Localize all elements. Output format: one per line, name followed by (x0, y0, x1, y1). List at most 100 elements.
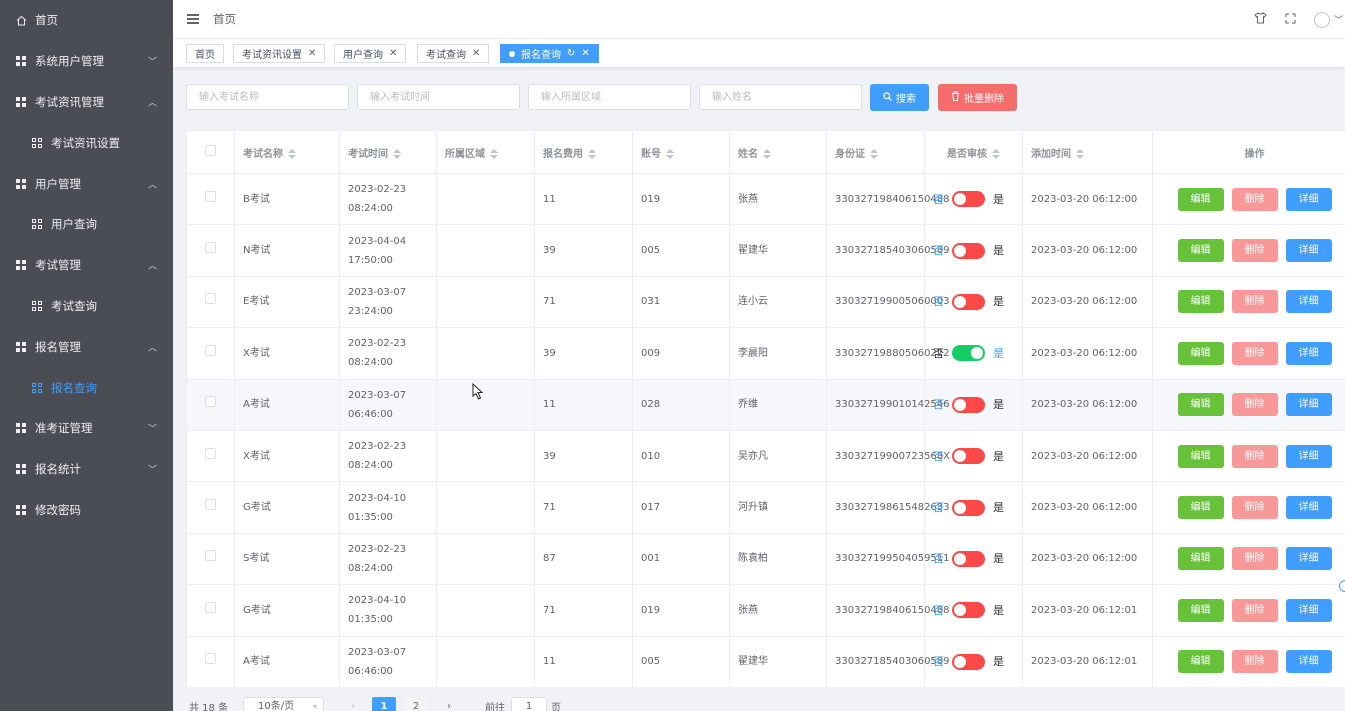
delete-button[interactable]: 删除 (1231, 650, 1278, 674)
hamburger-icon[interactable] (187, 14, 199, 24)
floating-button[interactable] (1339, 580, 1345, 592)
close-icon[interactable]: ✕ (308, 48, 316, 59)
next-page-button[interactable]: › (437, 697, 461, 711)
row-checkbox[interactable] (205, 190, 216, 202)
delete-button[interactable]: 删除 (1231, 496, 1278, 520)
sidebar-item[interactable]: 考试查询 (0, 286, 173, 327)
approval-switch[interactable] (952, 293, 985, 310)
column-header[interactable]: 是否审核 (924, 130, 1023, 174)
batch-delete-button[interactable]: 批量删除 (938, 84, 1017, 111)
row-checkbox[interactable] (205, 499, 216, 511)
row-checkbox[interactable] (205, 242, 216, 254)
sidebar-item[interactable]: 准考证管理 ﹀ (0, 408, 173, 449)
sort-icon[interactable] (666, 148, 674, 159)
column-header[interactable]: 姓名 (729, 130, 827, 174)
approval-switch[interactable] (952, 602, 985, 619)
column-header[interactable]: 考试名称 (234, 130, 340, 174)
detail-button[interactable]: 详细 (1285, 547, 1332, 571)
detail-button[interactable]: 详细 (1285, 239, 1332, 263)
detail-button[interactable]: 详细 (1285, 496, 1332, 520)
tab-2[interactable]: 考试资讯设置 ✕ (233, 44, 326, 63)
edit-button[interactable]: 编辑 (1177, 650, 1224, 674)
row-checkbox[interactable] (205, 601, 216, 613)
column-header[interactable]: 账号 (632, 130, 730, 174)
delete-button[interactable]: 删除 (1231, 547, 1278, 571)
delete-button[interactable]: 删除 (1231, 598, 1278, 622)
sort-icon[interactable] (393, 148, 401, 159)
detail-button[interactable]: 详细 (1285, 444, 1332, 468)
approval-switch[interactable] (952, 345, 985, 362)
sidebar-item[interactable]: 修改密码 (0, 490, 173, 531)
sort-icon[interactable] (992, 148, 1000, 159)
detail-button[interactable]: 详细 (1285, 187, 1332, 211)
detail-button[interactable]: 详细 (1285, 598, 1332, 622)
row-checkbox[interactable] (205, 344, 216, 356)
detail-button[interactable]: 详细 (1285, 393, 1332, 417)
sort-icon[interactable] (1076, 148, 1084, 159)
chevron-down-icon[interactable]: ﹀ (1334, 13, 1343, 26)
edit-button[interactable]: 编辑 (1177, 444, 1224, 468)
avatar[interactable] (1313, 11, 1330, 28)
approval-switch[interactable] (952, 396, 985, 413)
close-icon[interactable]: ✕ (581, 48, 589, 59)
shirt-icon[interactable] (1254, 12, 1267, 27)
delete-button[interactable]: 删除 (1231, 187, 1278, 211)
edit-button[interactable]: 编辑 (1177, 341, 1224, 365)
select-all-checkbox[interactable] (205, 145, 216, 156)
edit-button[interactable]: 编辑 (1177, 187, 1224, 211)
edit-button[interactable]: 编辑 (1177, 290, 1224, 314)
detail-button[interactable]: 详细 (1285, 341, 1332, 365)
approval-switch[interactable] (952, 242, 985, 259)
row-checkbox[interactable] (205, 396, 216, 408)
sort-icon[interactable] (288, 148, 296, 159)
row-checkbox[interactable] (205, 550, 216, 562)
sidebar-item[interactable]: 用户管理 ︿ (0, 163, 173, 204)
edit-button[interactable]: 编辑 (1177, 547, 1224, 571)
name-input[interactable] (699, 84, 862, 110)
column-header[interactable]: 报名费用 (534, 130, 633, 174)
column-header[interactable]: 身份证 (826, 130, 925, 174)
edit-button[interactable]: 编辑 (1177, 598, 1224, 622)
delete-button[interactable]: 删除 (1231, 444, 1278, 468)
breadcrumb[interactable]: 首页 (213, 11, 236, 27)
sidebar-item[interactable]: 考试资讯设置 (0, 122, 173, 163)
row-checkbox[interactable] (205, 293, 216, 305)
region-input[interactable] (528, 84, 691, 110)
approval-switch[interactable] (952, 550, 985, 567)
delete-button[interactable]: 删除 (1231, 341, 1278, 365)
prev-page-button[interactable]: ‹ (341, 697, 365, 711)
sidebar-item[interactable]: 考试管理 ︿ (0, 245, 173, 286)
sidebar-item[interactable]: 报名查询 (0, 367, 173, 408)
detail-button[interactable]: 详细 (1285, 290, 1332, 314)
exam-time-input[interactable] (357, 84, 520, 110)
approval-switch[interactable] (952, 448, 985, 465)
refresh-icon[interactable]: ↻ (567, 48, 575, 59)
approval-switch[interactable] (952, 499, 985, 516)
delete-button[interactable]: 删除 (1231, 290, 1278, 314)
sidebar-item[interactable]: 报名管理 ︿ (0, 326, 173, 367)
sort-icon[interactable] (490, 148, 498, 159)
sidebar-item[interactable]: 用户查询 (0, 204, 173, 245)
column-header[interactable]: 所属区域 (436, 130, 535, 174)
sort-icon[interactable] (763, 148, 771, 159)
edit-button[interactable]: 编辑 (1177, 496, 1224, 520)
approval-switch[interactable] (952, 191, 985, 208)
column-header[interactable]: 添加时间 (1022, 130, 1153, 174)
search-button[interactable]: 搜索 (870, 84, 929, 111)
fullscreen-icon[interactable] (1285, 13, 1296, 27)
close-icon[interactable]: ✕ (389, 48, 397, 59)
page-size-select[interactable]: 10条/页 ▾ (243, 697, 324, 711)
page-2-button[interactable]: 2 (404, 697, 428, 711)
goto-input[interactable]: 1 (511, 697, 547, 711)
sidebar-item[interactable]: 考试资讯管理 ︿ (0, 82, 173, 123)
edit-button[interactable]: 编辑 (1177, 393, 1224, 417)
tab-4[interactable]: 考试查询 ✕ (417, 44, 490, 63)
sort-icon[interactable] (870, 148, 878, 159)
delete-button[interactable]: 删除 (1231, 239, 1278, 263)
detail-button[interactable]: 详细 (1285, 650, 1332, 674)
tab-1[interactable]: 首页 (186, 44, 224, 63)
exam-name-input[interactable] (186, 84, 349, 110)
edit-button[interactable]: 编辑 (1177, 239, 1224, 263)
sidebar-item[interactable]: 报名统计 ﹀ (0, 449, 173, 490)
sidebar-item[interactable]: 首页 (0, 0, 173, 41)
